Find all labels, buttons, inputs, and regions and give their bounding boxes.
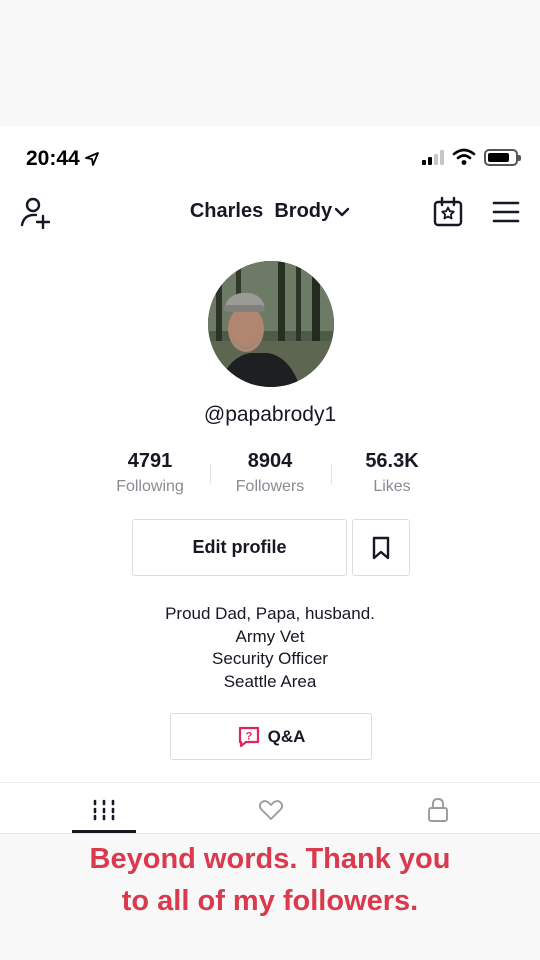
bookmark-icon xyxy=(372,536,390,559)
bio-line: Proud Dad, Papa, husband. xyxy=(165,604,375,623)
bio-line: Army Vet xyxy=(235,626,305,646)
bio-line: Seattle Area xyxy=(223,671,317,691)
username-handle: @papabrody1 xyxy=(203,403,337,426)
location-arrow-icon xyxy=(84,152,99,166)
tab-videos[interactable] xyxy=(72,790,136,830)
profile-bio: Proud Dad, Papa, husband. Army Vet Secur… xyxy=(0,603,540,693)
stat-following[interactable]: 4791 Following xyxy=(90,450,210,496)
avatar-photo xyxy=(208,261,334,387)
status-bar-time: 20:44 xyxy=(26,147,100,171)
question-bubble-icon: ? xyxy=(238,726,259,747)
stat-divider xyxy=(210,464,211,484)
stat-followers[interactable]: 8904 Followers xyxy=(210,450,330,496)
battery-icon xyxy=(484,148,521,166)
status-bar-indicators xyxy=(422,148,521,166)
stat-value: 56.3K xyxy=(365,450,419,472)
heart-icon xyxy=(258,800,284,820)
top-padding xyxy=(0,0,540,126)
stat-value: 4791 xyxy=(127,450,173,472)
lock-icon xyxy=(428,798,448,822)
qa-button[interactable]: ? Q&A xyxy=(170,713,372,760)
chevron-down-icon xyxy=(334,207,350,216)
stat-label: Following xyxy=(116,478,184,495)
avatar[interactable] xyxy=(208,261,334,387)
svg-text:?: ? xyxy=(245,730,252,742)
stat-value: 8904 xyxy=(247,450,293,472)
tab-private[interactable] xyxy=(406,790,470,830)
cellular-signal-icon xyxy=(422,149,444,165)
status-time-text: 20:44 xyxy=(26,147,80,170)
caption-line: to all of my followers. xyxy=(121,885,419,917)
stat-label: Likes xyxy=(373,478,411,495)
creator-calendar-icon[interactable] xyxy=(432,196,464,228)
caption-line: Beyond words. Thank you xyxy=(89,843,451,875)
tab-liked[interactable] xyxy=(239,790,303,830)
grid-icon xyxy=(93,799,115,821)
edit-profile-label: Edit profile xyxy=(192,537,287,557)
profile-stats: 4791 Following 8904 Followers 56.3K Like… xyxy=(0,450,540,500)
bio-line: Security Officer xyxy=(212,649,328,668)
wifi-icon xyxy=(452,148,476,165)
divider xyxy=(0,833,540,834)
favorites-button[interactable] xyxy=(352,519,410,576)
stat-likes[interactable]: 56.3K Likes xyxy=(332,450,452,496)
edit-profile-button[interactable]: Edit profile xyxy=(132,519,347,576)
divider xyxy=(0,782,540,783)
stat-label: Followers xyxy=(235,478,305,495)
caption-text: Beyond words. Thank you to all of my fol… xyxy=(0,838,540,922)
profile-name: Charles Brody xyxy=(189,200,333,222)
stat-divider xyxy=(331,464,332,484)
menu-icon[interactable] xyxy=(492,200,520,224)
qa-label: Q&A xyxy=(267,726,306,746)
